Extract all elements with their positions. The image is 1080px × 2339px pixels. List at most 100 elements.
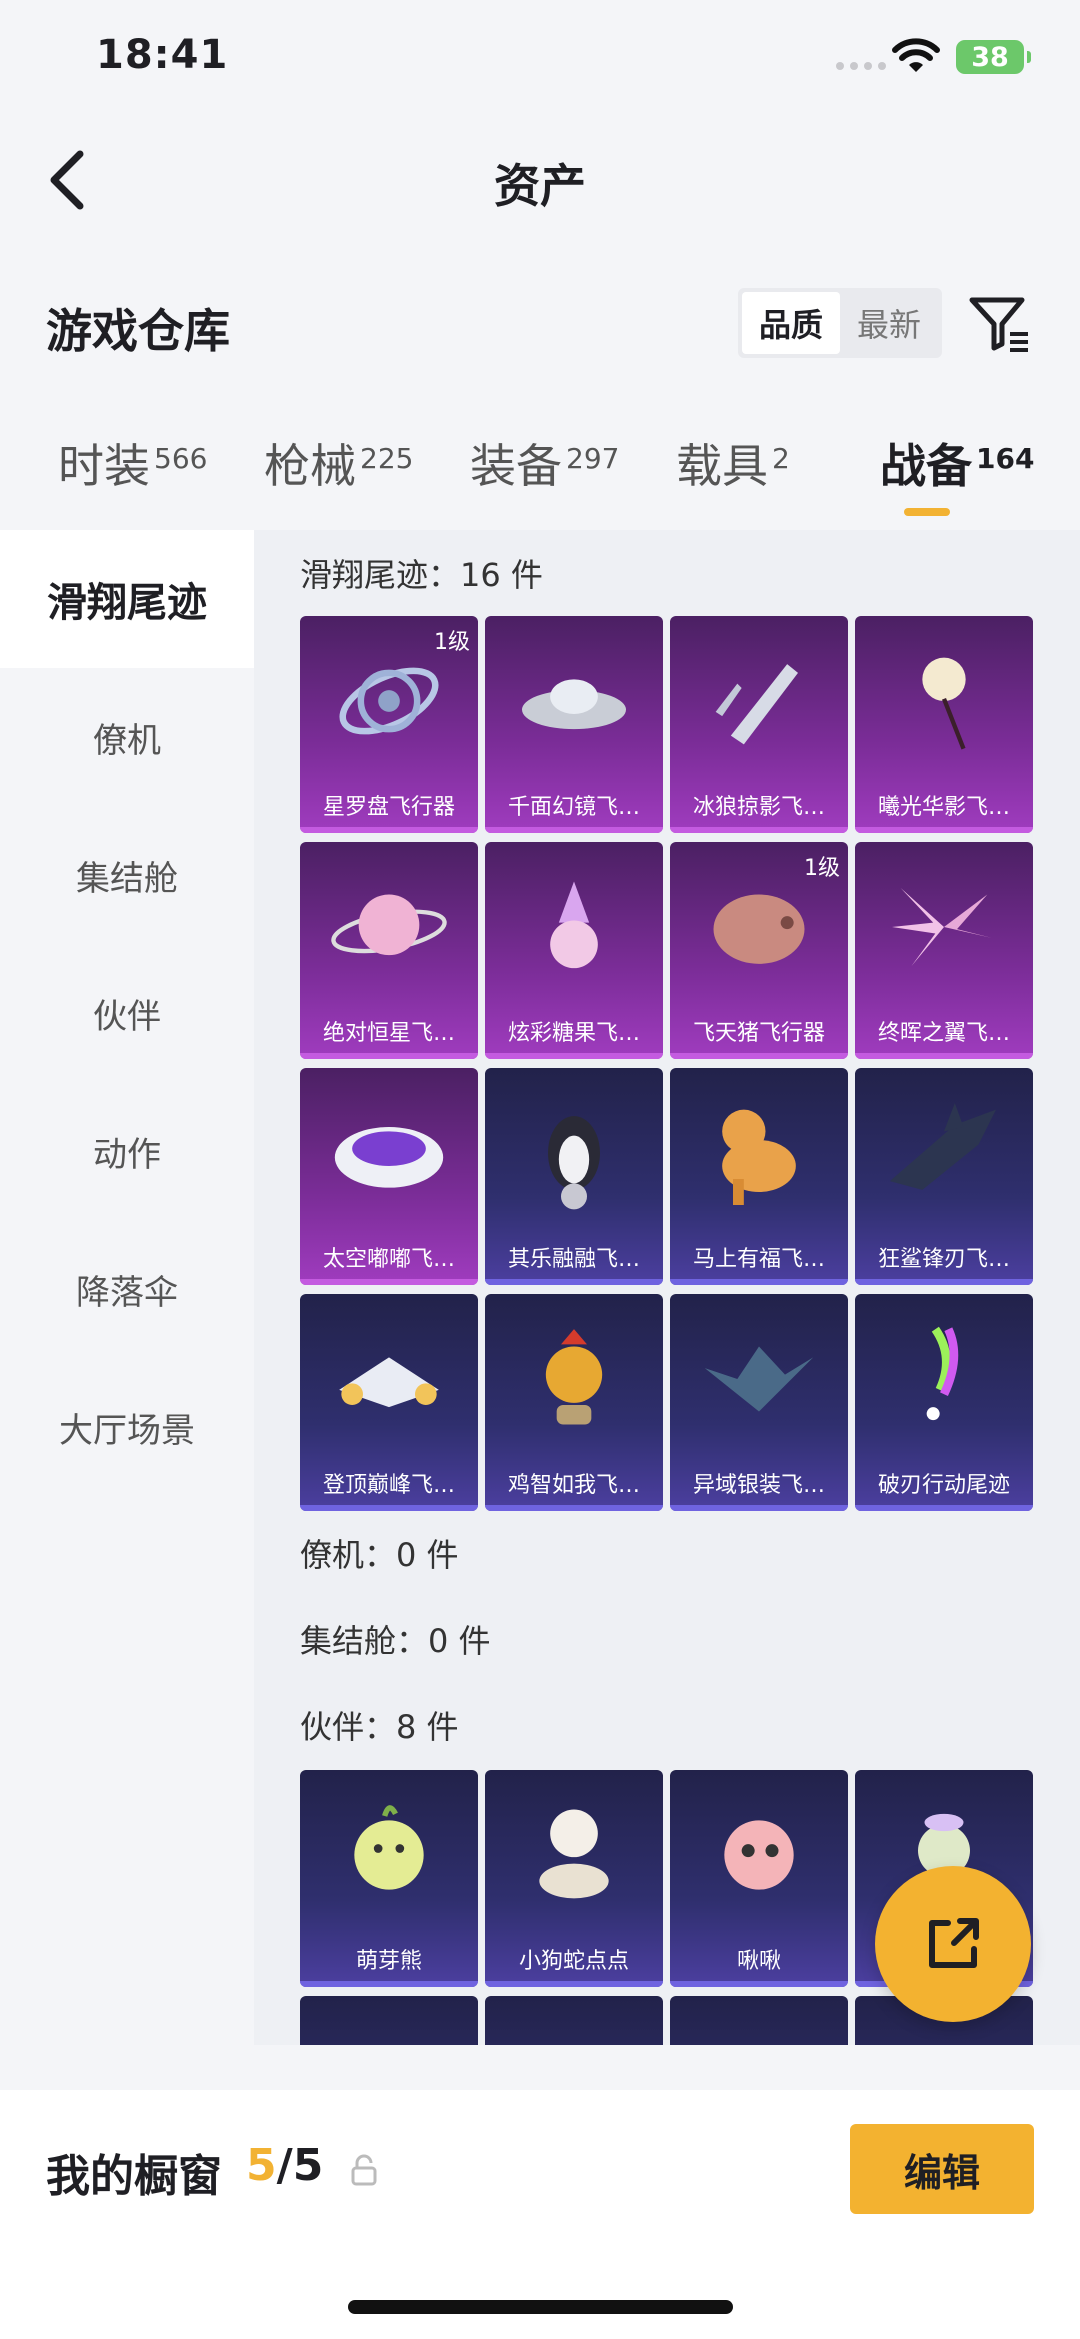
- sidebar-item-wingman[interactable]: 僚机: [0, 668, 254, 806]
- item-card[interactable]: 炫彩糖果飞…: [485, 842, 663, 1059]
- item-name: 冰狼掠影飞…: [692, 795, 825, 820]
- item-name: 炫彩糖果飞…: [507, 1021, 640, 1046]
- smoke-trail-icon: [926, 1326, 959, 1421]
- sidebar-item-parachute[interactable]: 降落伞: [0, 1220, 254, 1358]
- tab-equipment[interactable]: 装备 297: [470, 430, 619, 496]
- candy-icon: [550, 881, 598, 969]
- status-bar: 18:41 38: [0, 0, 1080, 110]
- item-name: 马上有福飞…: [692, 1247, 825, 1272]
- planet-icon: [331, 894, 447, 956]
- item-card[interactable]: 1级飞天猪飞行器: [670, 842, 848, 1059]
- sidebar-item-lobby-scene[interactable]: 大厅场景: [0, 1358, 254, 1496]
- item-art: [670, 616, 848, 786]
- sidebar-item-action[interactable]: 动作: [0, 1082, 254, 1220]
- unlock-icon: [351, 2154, 377, 2186]
- item-art: [485, 1068, 663, 1238]
- sidebar-item-assembly-pod[interactable]: 集结舱: [0, 806, 254, 944]
- item-name: 绝对恒星飞…: [322, 1021, 455, 1046]
- item-level-badge: 1级: [804, 856, 840, 881]
- item-art: [300, 1294, 478, 1464]
- jet-icon: [339, 1357, 439, 1408]
- share-button[interactable]: [875, 1866, 1031, 2022]
- saucer-icon: [334, 1127, 444, 1188]
- item-card[interactable]: 冰狼掠影飞…: [670, 616, 848, 833]
- bear-icon: [354, 1805, 424, 1890]
- item-card[interactable]: 小狗蛇点点: [485, 1770, 663, 1987]
- home-indicator: [348, 2300, 733, 2314]
- item-card[interactable]: 千面幻镜飞…: [485, 616, 663, 833]
- item-card[interactable]: 曦光华影飞…: [855, 616, 1033, 833]
- item-level-badge: 1级: [434, 630, 470, 655]
- tab-combat-gear[interactable]: 战备 164: [880, 430, 1034, 496]
- item-list: 滑翔尾迹：16 件 1级 星罗盘飞行器 千面幻镜飞… 冰狼掠影飞… 曦光华影飞… 绝对恒星…: [254, 530, 1080, 2045]
- sort-quality-button[interactable]: 品质: [742, 292, 840, 354]
- section-title-glide: 滑翔尾迹：16 件: [300, 556, 543, 594]
- item-name: 鸡智如我飞…: [507, 1473, 640, 1498]
- item-card[interactable]: [300, 1996, 478, 2045]
- item-art: [485, 616, 663, 786]
- snake-icon: [539, 1809, 609, 1899]
- share-icon: [929, 1918, 979, 1968]
- page-title: 资产: [494, 159, 586, 213]
- item-card[interactable]: 登顶巅峰飞…: [300, 1294, 478, 1511]
- item-art: [670, 1770, 848, 1940]
- item-name: 曦光华影飞…: [877, 795, 1010, 820]
- filter-icon[interactable]: [966, 290, 1032, 356]
- item-card[interactable]: 其乐融融飞…: [485, 1068, 663, 1285]
- item-art: [485, 842, 663, 1012]
- item-card[interactable]: 鸡智如我飞…: [485, 1294, 663, 1511]
- horse-icon: [722, 1109, 796, 1205]
- sidebar-item-glide-trail[interactable]: 滑翔尾迹: [0, 530, 254, 668]
- status-time: 18:41: [96, 32, 229, 78]
- item-art: [670, 1294, 848, 1464]
- warehouse-title: 游戏仓库: [46, 304, 230, 358]
- bat-wing-icon: [704, 1346, 814, 1412]
- wing-icon: [892, 888, 992, 966]
- item-art: [855, 616, 1033, 786]
- sort-latest-button[interactable]: 最新: [840, 292, 938, 354]
- ice-shard-icon: [715, 664, 798, 745]
- item-card[interactable]: 终晖之翼飞…: [855, 842, 1033, 1059]
- showcase-title: 我的橱窗: [46, 2151, 222, 2202]
- section-title-pod: 集结舱：0 件: [300, 1622, 491, 1660]
- item-card[interactable]: 破刃行动尾迹: [855, 1294, 1033, 1511]
- item-name: 其乐融融飞…: [507, 1247, 640, 1272]
- item-art: [300, 1068, 478, 1238]
- item-card[interactable]: 狂鲨锋刃飞…: [855, 1068, 1033, 1285]
- item-card[interactable]: 绝对恒星飞…: [300, 842, 478, 1059]
- item-card[interactable]: 马上有福飞…: [670, 1068, 848, 1285]
- item-name: 小狗蛇点点: [518, 1949, 629, 1974]
- item-name: 星罗盘飞行器: [322, 795, 455, 820]
- item-art: [485, 1294, 663, 1464]
- item-name: 太空嘟嘟飞…: [322, 1247, 455, 1272]
- penguin-icon: [548, 1116, 600, 1210]
- sort-toggle: 品质 最新: [738, 288, 942, 358]
- shark-icon: [889, 1103, 996, 1190]
- item-card[interactable]: 太空嘟嘟飞…: [300, 1068, 478, 1285]
- item-name: 狂鲨锋刃飞…: [877, 1247, 1010, 1272]
- item-art: [855, 1068, 1033, 1238]
- item-card[interactable]: 萌芽熊: [300, 1770, 478, 1987]
- item-card[interactable]: 1级星罗盘飞行器: [300, 616, 478, 833]
- item-card[interactable]: 异域银装飞…: [670, 1294, 848, 1511]
- item-name: 登顶巅峰飞…: [322, 1473, 455, 1498]
- flower-icon: [922, 657, 966, 750]
- item-art: [855, 842, 1033, 1012]
- chicken-icon: [545, 1329, 603, 1425]
- tab-vehicles[interactable]: 载具 2: [676, 430, 790, 496]
- item-name: 萌芽熊: [355, 1949, 422, 1974]
- item-card[interactable]: [485, 1996, 663, 2045]
- item-card[interactable]: [670, 1996, 848, 2045]
- item-name: 飞天猪飞行器: [692, 1021, 825, 1046]
- tab-fashion[interactable]: 时装 566: [58, 430, 207, 496]
- tab-firearms[interactable]: 枪械 225: [264, 430, 413, 496]
- edit-button[interactable]: 编辑: [850, 2124, 1034, 2214]
- item-art: [485, 1770, 663, 1940]
- item-name: 千面幻镜飞…: [507, 795, 640, 820]
- active-tab-indicator: [904, 508, 950, 516]
- glide-trail-grid: 1级 星罗盘飞行器 千面幻镜飞… 冰狼掠影飞… 曦光华影飞… 绝对恒星飞… 炫彩糖果飞… 1级…: [300, 616, 1033, 1511]
- item-card[interactable]: 啾啾: [670, 1770, 848, 1987]
- sidebar: 滑翔尾迹 僚机 集结舱 伙伴 动作 降落伞 大厅场景: [0, 530, 254, 2050]
- item-name: 终晖之翼飞…: [877, 1021, 1010, 1046]
- sidebar-item-partner[interactable]: 伙伴: [0, 944, 254, 1082]
